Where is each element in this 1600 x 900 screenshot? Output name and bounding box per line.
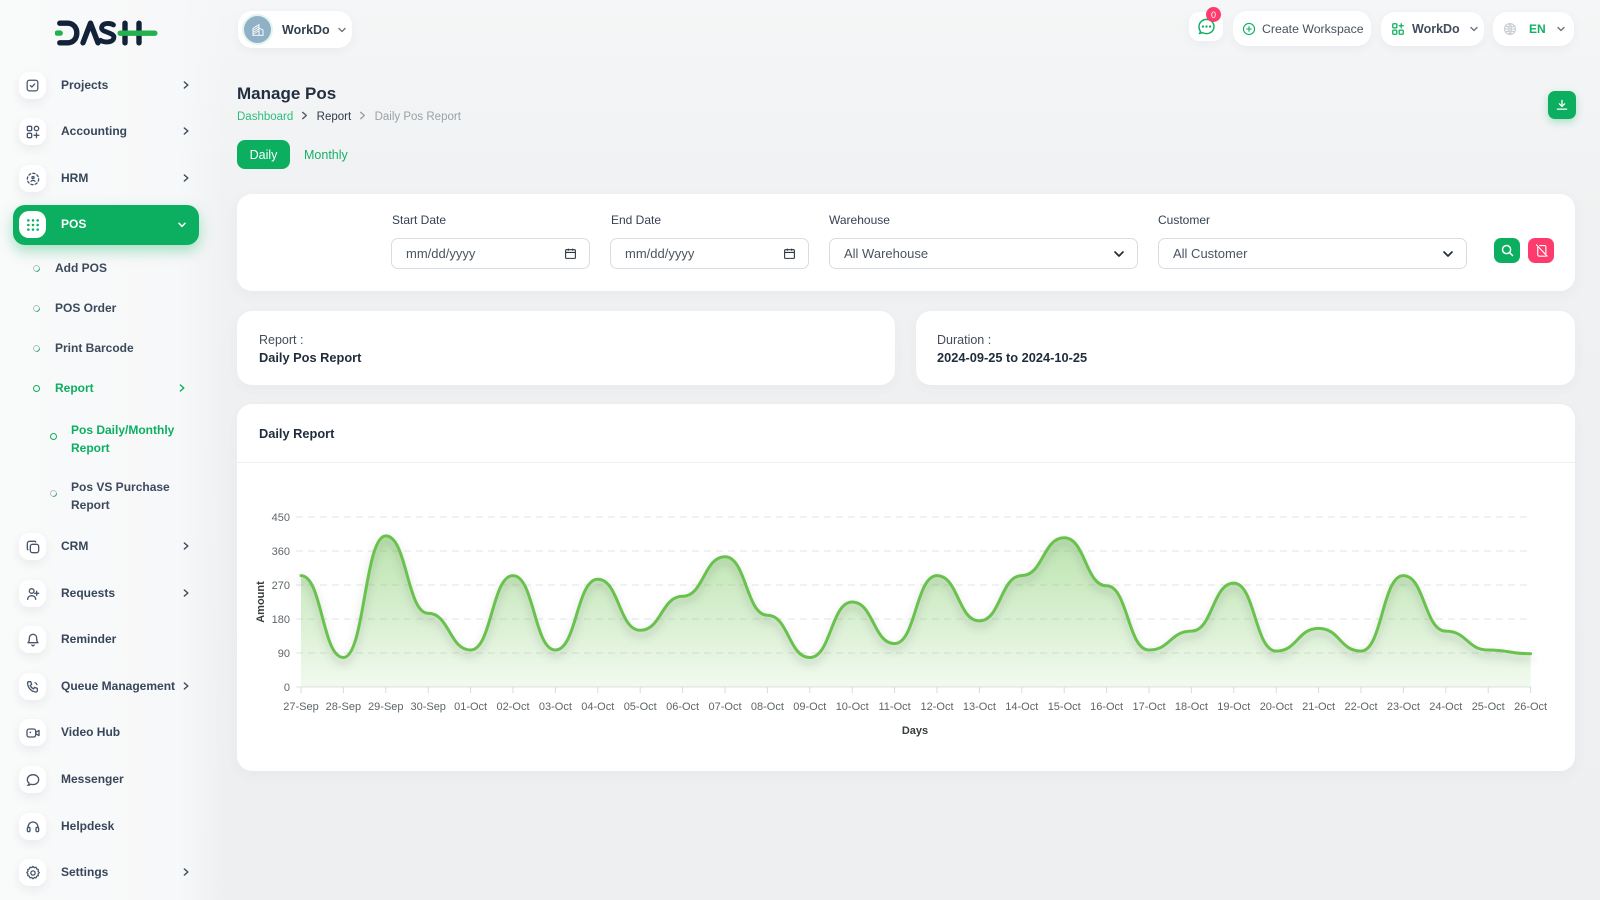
svg-text:19-Oct: 19-Oct (1217, 701, 1250, 713)
svg-text:270: 270 (272, 580, 290, 592)
svg-text:07-Oct: 07-Oct (708, 701, 741, 713)
svg-text:450: 450 (272, 512, 290, 524)
svg-text:30-Sep: 30-Sep (410, 701, 445, 713)
svg-text:27-Sep: 27-Sep (283, 701, 318, 713)
svg-text:02-Oct: 02-Oct (496, 701, 529, 713)
svg-text:90: 90 (278, 648, 290, 660)
svg-text:12-Oct: 12-Oct (920, 701, 953, 713)
svg-text:09-Oct: 09-Oct (793, 701, 826, 713)
svg-text:11-Oct: 11-Oct (878, 701, 910, 713)
svg-text:360: 360 (272, 546, 290, 558)
svg-text:13-Oct: 13-Oct (963, 701, 996, 713)
svg-text:180: 180 (272, 614, 290, 626)
svg-text:21-Oct: 21-Oct (1302, 701, 1335, 713)
svg-text:04-Oct: 04-Oct (581, 701, 614, 713)
svg-text:24-Oct: 24-Oct (1429, 701, 1462, 713)
svg-text:20-Oct: 20-Oct (1260, 701, 1293, 713)
svg-text:16-Oct: 16-Oct (1090, 701, 1123, 713)
svg-text:05-Oct: 05-Oct (624, 701, 657, 713)
svg-text:06-Oct: 06-Oct (666, 701, 699, 713)
svg-text:03-Oct: 03-Oct (539, 701, 572, 713)
svg-text:15-Oct: 15-Oct (1048, 701, 1081, 713)
svg-text:23-Oct: 23-Oct (1387, 701, 1420, 713)
svg-text:22-Oct: 22-Oct (1344, 701, 1377, 713)
svg-text:10-Oct: 10-Oct (836, 701, 869, 713)
svg-text:01-Oct: 01-Oct (454, 701, 487, 713)
svg-text:18-Oct: 18-Oct (1175, 701, 1208, 713)
svg-text:25-Oct: 25-Oct (1472, 701, 1505, 713)
svg-text:28-Sep: 28-Sep (326, 701, 361, 713)
svg-text:08-Oct: 08-Oct (751, 701, 784, 713)
svg-text:0: 0 (284, 682, 290, 694)
svg-text:14-Oct: 14-Oct (1005, 701, 1038, 713)
svg-text:26-Oct: 26-Oct (1514, 701, 1547, 713)
svg-text:29-Sep: 29-Sep (368, 701, 403, 713)
svg-text:Days: Days (902, 725, 928, 737)
svg-text:Amount: Amount (255, 581, 267, 623)
svg-text:17-Oct: 17-Oct (1132, 701, 1165, 713)
